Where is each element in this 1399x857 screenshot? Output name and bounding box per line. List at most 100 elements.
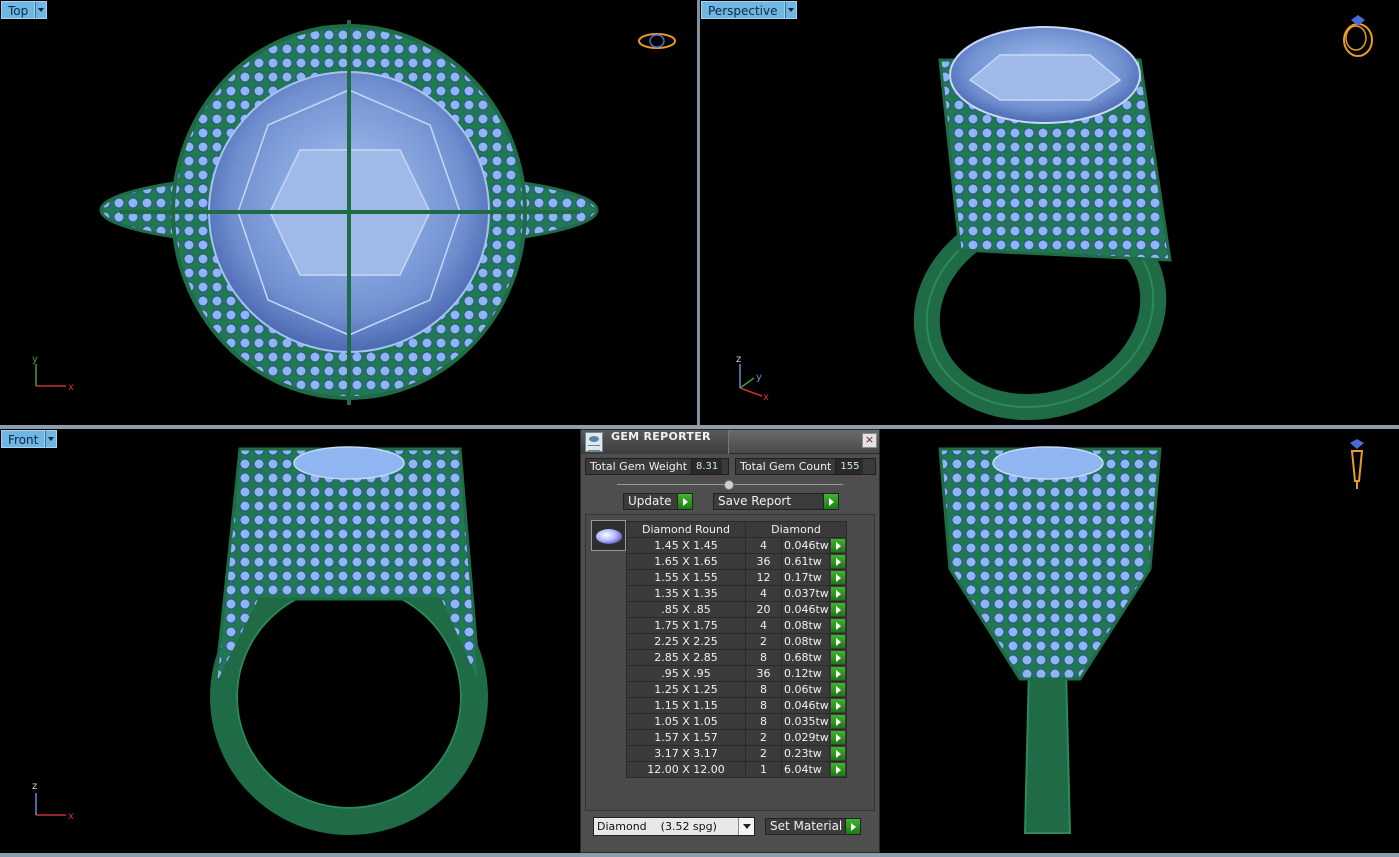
table-row[interactable]: 1.57 X 1.57 2 0.029tw [626,729,847,746]
gem-qty: 8 [745,697,782,714]
row-action[interactable] [829,681,847,698]
table-row[interactable]: 3.17 X 3.17 2 0.23tw [626,745,847,762]
table-row[interactable]: 2.25 X 2.25 2 0.08tw [626,633,847,650]
axis-z-label: z [736,354,741,365]
gem-weight: 0.029tw [781,729,830,746]
row-action[interactable] [829,713,847,730]
gem-qty: 20 [745,601,782,618]
play-arrow-icon[interactable] [831,619,845,632]
ring-preview-icon [638,33,676,49]
viewport-right[interactable] [880,429,1399,853]
gem-table-body: 1.45 X 1.45 4 0.046tw 1.65 X 1.65 36 0.61tw 1.… [626,537,847,778]
play-arrow-icon[interactable] [831,731,845,744]
row-action[interactable] [829,569,847,586]
play-arrow-icon[interactable] [823,494,838,509]
total-gem-count-label: Total Gem Count [736,459,837,474]
row-action[interactable] [829,601,847,618]
table-row[interactable]: .95 X .95 36 0.12tw [626,665,847,682]
viewport-top-label[interactable]: Top [1,1,48,19]
chevron-down-icon[interactable] [738,818,754,835]
axis-z-label: z [32,781,37,792]
row-action[interactable] [829,697,847,714]
chevron-down-icon[interactable] [784,1,797,19]
viewport-divider-vertical[interactable] [697,0,700,428]
gem-size: 2.25 X 2.25 [626,633,746,650]
total-gem-count: Total Gem Count 155 [735,458,876,475]
table-row[interactable]: .85 X .85 20 0.046tw [626,601,847,618]
table-row[interactable]: 1.05 X 1.05 8 0.035tw [626,713,847,730]
gem-qty: 2 [745,633,782,650]
total-gem-weight: Total Gem Weight 8.31 [585,458,729,475]
gem-qty: 12 [745,569,782,586]
chevron-down-icon[interactable] [45,430,58,448]
viewport-top-name[interactable]: Top [1,1,36,19]
set-material-button-label: Set Material [770,819,843,833]
round-diamond-icon[interactable] [591,520,626,551]
row-action[interactable] [829,633,847,650]
play-arrow-icon[interactable] [831,683,845,696]
gem-weight: 0.23tw [781,745,830,762]
viewport-perspective-label[interactable]: Perspective [701,1,797,19]
close-icon[interactable]: × [862,433,877,448]
viewport-perspective-name[interactable]: Perspective [701,1,785,19]
gem-reporter-titlebar[interactable]: GEM REPORTER × [581,430,879,454]
table-row[interactable]: 1.75 X 1.75 4 0.08tw [626,617,847,634]
play-arrow-icon[interactable] [831,555,845,568]
play-arrow-icon[interactable] [831,763,845,776]
gem-weight: 0.046tw [781,601,830,618]
play-arrow-icon[interactable] [831,699,845,712]
table-row[interactable]: 2.85 X 2.85 8 0.68tw [626,649,847,666]
play-arrow-icon[interactable] [831,539,845,552]
ring-perspective-view [913,26,1172,421]
row-action[interactable] [829,665,847,682]
gem-list[interactable]: Diamond Round Diamond 1.45 X 1.45 4 0.046t… [585,514,875,811]
set-material-button[interactable]: Set Material [765,818,861,835]
play-arrow-icon[interactable] [831,635,845,648]
row-action[interactable] [829,617,847,634]
row-action[interactable] [829,537,847,554]
play-arrow-icon[interactable] [677,494,692,509]
table-row[interactable]: 1.45 X 1.45 4 0.046tw [626,537,847,554]
play-arrow-icon[interactable] [831,667,845,680]
axis-x-label: x [68,382,74,392]
play-arrow-icon[interactable] [831,571,845,584]
gem-weight: 0.17tw [781,569,830,586]
row-action[interactable] [829,729,847,746]
play-arrow-icon[interactable] [831,715,845,728]
collapse-knob-icon[interactable] [724,480,734,490]
table-row[interactable]: 1.35 X 1.35 4 0.037tw [626,585,847,602]
viewport-perspective[interactable]: Perspective x y z [700,0,1399,425]
gem-qty: 36 [745,665,782,682]
play-arrow-icon[interactable] [831,747,845,760]
chevron-down-icon[interactable] [35,1,48,19]
material-select[interactable]: Diamond (3.52 spg) [593,817,755,836]
table-row[interactable]: 1.15 X 1.15 8 0.046tw [626,697,847,714]
viewport-top[interactable]: Top x y [0,0,697,425]
row-action[interactable] [829,585,847,602]
collapse-toggle[interactable] [617,480,843,490]
play-arrow-icon[interactable] [831,587,845,600]
play-arrow-icon[interactable] [831,651,845,664]
play-arrow-icon[interactable] [831,603,845,616]
gem-weight: 0.035tw [781,713,830,730]
gem-qty: 2 [745,745,782,762]
table-row[interactable]: 1.25 X 1.25 8 0.06tw [626,681,847,698]
play-arrow-icon[interactable] [845,819,860,834]
table-row[interactable]: 1.55 X 1.55 12 0.17tw [626,569,847,586]
row-action[interactable] [829,649,847,666]
viewport-front-label[interactable]: Front [1,430,58,448]
viewport-front-name[interactable]: Front [1,430,46,448]
table-row[interactable]: 12.00 X 12.00 1 6.04tw [626,761,847,778]
ring-top-view [99,20,599,405]
row-action[interactable] [829,761,847,778]
table-row[interactable]: 1.65 X 1.65 36 0.61tw [626,553,847,570]
gem-table-header: Diamond Round Diamond [626,521,847,538]
gem-weight: 0.61tw [781,553,830,570]
row-action[interactable] [829,745,847,762]
gem-table: Diamond Round Diamond 1.45 X 1.45 4 0.046t… [626,521,847,778]
gem-size: 3.17 X 3.17 [626,745,746,762]
update-button[interactable]: Update [623,493,693,510]
row-action[interactable] [829,553,847,570]
viewport-front[interactable]: Front x z [0,429,580,853]
save-report-button[interactable]: Save Report [713,493,839,510]
